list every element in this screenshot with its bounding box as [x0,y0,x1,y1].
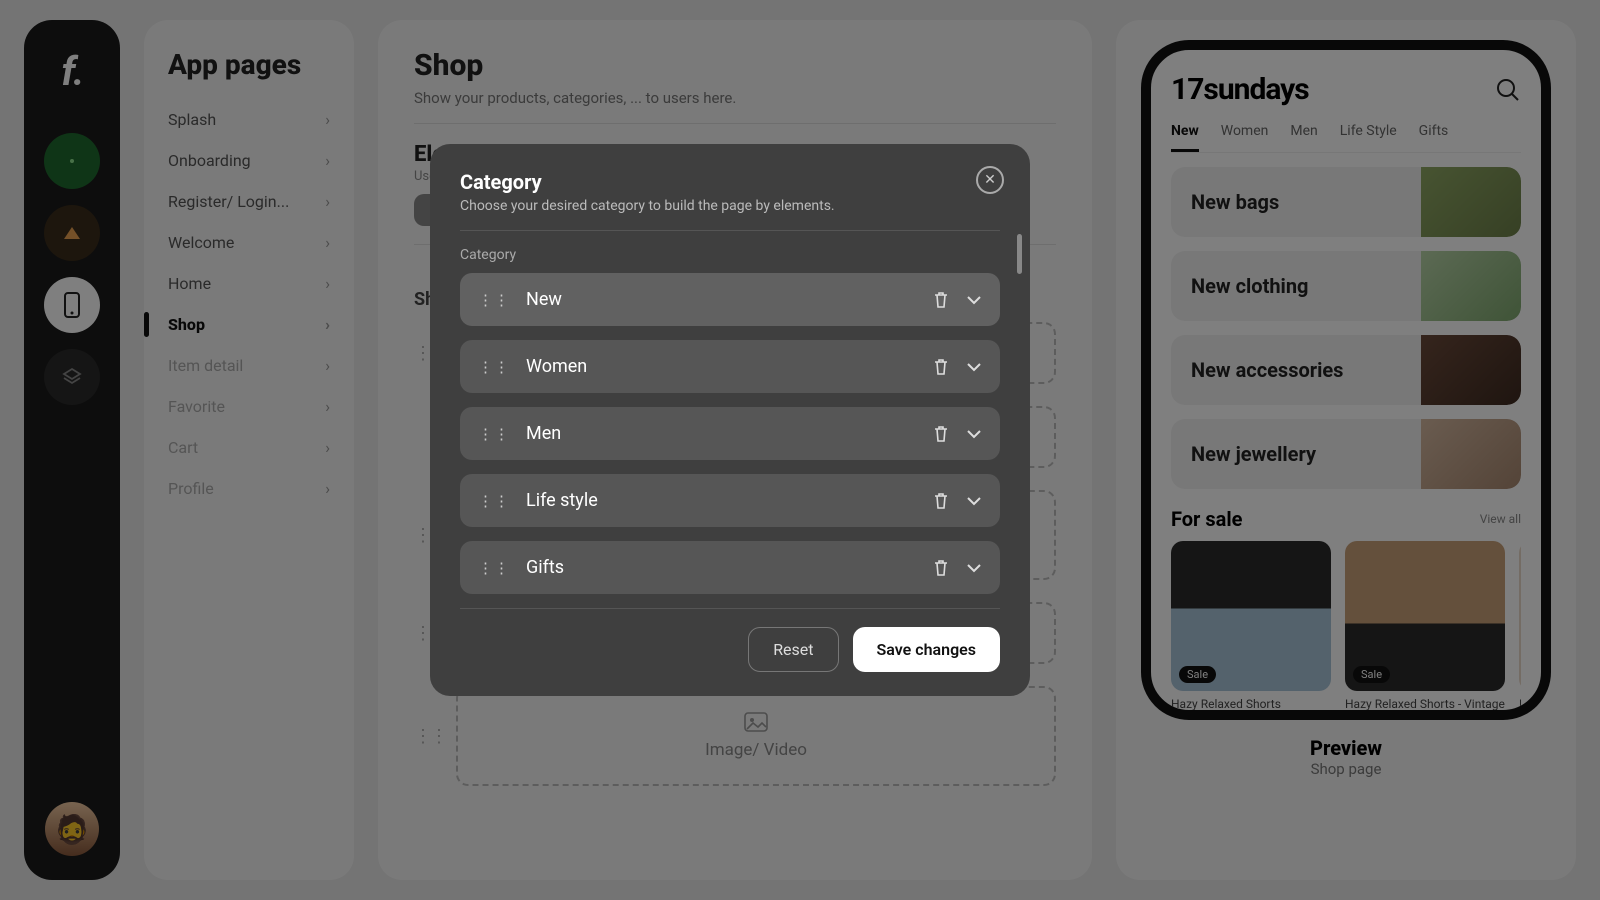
category-item-new[interactable]: ⋮⋮ New [460,273,1000,326]
modal-overlay[interactable]: Category Choose your desired category to… [0,0,1600,900]
chevron-down-icon[interactable] [966,295,982,305]
drag-handle-icon[interactable]: ⋮⋮ [478,358,510,376]
trash-icon[interactable] [932,491,950,511]
category-name: New [526,289,916,310]
category-item-women[interactable]: ⋮⋮ Women [460,340,1000,393]
category-name: Life style [526,490,916,511]
drag-handle-icon[interactable]: ⋮⋮ [478,559,510,577]
modal-title: Category [460,170,1000,194]
category-modal: Category Choose your desired category to… [430,144,1030,696]
chevron-down-icon[interactable] [966,563,982,573]
trash-icon[interactable] [932,424,950,444]
chevron-down-icon[interactable] [966,362,982,372]
modal-subtitle: Choose your desired category to build th… [460,198,1000,214]
drag-handle-icon[interactable]: ⋮⋮ [478,291,510,309]
category-item-men[interactable]: ⋮⋮ Men [460,407,1000,460]
trash-icon[interactable] [932,290,950,310]
modal-section-label: Category [460,247,1000,263]
save-button[interactable]: Save changes [853,627,1000,672]
category-name: Gifts [526,557,916,578]
trash-icon[interactable] [932,357,950,377]
chevron-down-icon[interactable] [966,429,982,439]
category-item-lifestyle[interactable]: ⋮⋮ Life style [460,474,1000,527]
category-name: Women [526,356,916,377]
close-icon[interactable]: ✕ [976,166,1004,194]
reset-button[interactable]: Reset [748,627,838,672]
category-item-gifts[interactable]: ⋮⋮ Gifts [460,541,1000,594]
category-name: Men [526,423,916,444]
trash-icon[interactable] [932,558,950,578]
chevron-down-icon[interactable] [966,496,982,506]
drag-handle-icon[interactable]: ⋮⋮ [478,492,510,510]
scrollbar-thumb[interactable] [1017,234,1022,274]
drag-handle-icon[interactable]: ⋮⋮ [478,425,510,443]
